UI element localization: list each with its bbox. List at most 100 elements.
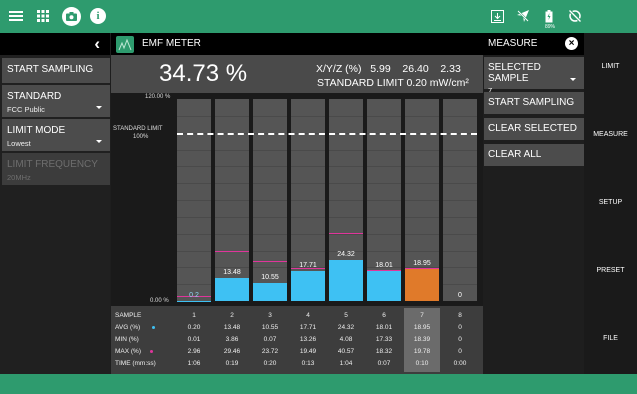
info-icon[interactable]: i [90, 8, 106, 24]
table-cell[interactable]: 2 [215, 312, 249, 319]
grid-icon[interactable] [34, 7, 52, 25]
grid-line [443, 115, 477, 117]
softkey-limit[interactable]: LIMIT [584, 63, 637, 70]
menu-icon[interactable] [7, 7, 25, 25]
grid-line [177, 115, 211, 117]
measure-start-sampling-button[interactable]: START SAMPLING [484, 92, 584, 114]
max-marker [215, 251, 249, 253]
total-percent-value: 34.73 % [159, 60, 248, 87]
table-cell: 1:04 [339, 360, 353, 367]
back-row: ‹ [0, 33, 110, 55]
x-value: 5.99 [370, 63, 391, 75]
bar-value-label: 17.71 [299, 262, 317, 270]
table-cell: 0.01 [187, 336, 201, 343]
table-cell[interactable]: 3 [253, 312, 287, 319]
bar-value-label: 24.32 [337, 251, 355, 259]
emf-meter-header: EMF METER [111, 33, 483, 55]
standard-limit-percent: 100% [133, 134, 149, 140]
grid-line [177, 149, 211, 151]
grid-line [215, 149, 249, 151]
grid-line [215, 267, 249, 269]
clear-all-button[interactable]: CLEAR ALL [484, 144, 584, 166]
max-marker [253, 261, 287, 263]
bar-column[interactable]: 13.48 [215, 99, 249, 301]
table-cell: 0 [458, 348, 462, 355]
table-cell: 10.55 [261, 324, 279, 331]
grid-line [329, 183, 363, 185]
table-cell: 19.78 [413, 348, 431, 355]
bar-column[interactable]: 17.71 [291, 99, 325, 301]
sync-off-icon[interactable] [566, 7, 584, 25]
grid-line [291, 183, 325, 185]
z-value: 2.33 [440, 63, 461, 75]
bar-value-label: 18.95 [413, 260, 431, 268]
table-cell: 18.01 [375, 324, 393, 331]
bar-column[interactable]: 0.2 [177, 99, 211, 301]
chevron-down-icon [570, 78, 576, 81]
grid-line [367, 216, 401, 218]
table-cell[interactable]: 4 [291, 312, 325, 319]
grid-line [367, 149, 401, 151]
grid-line [405, 115, 439, 117]
grid-line [215, 233, 249, 235]
table-cell: 13.48 [223, 324, 241, 331]
grid-line [215, 216, 249, 218]
table-cell[interactable]: 1 [177, 312, 211, 319]
camera-icon[interactable] [62, 7, 81, 26]
battery-percent: 89% [545, 24, 556, 30]
grid-line [253, 267, 287, 269]
softkey-measure[interactable]: MEASURE [584, 131, 637, 138]
table-cell: 0 [458, 324, 462, 331]
bar-value-label: 18.01 [375, 261, 393, 269]
grid-line [215, 115, 249, 117]
table-cell[interactable]: 7 [405, 312, 439, 319]
bar-column[interactable]: 0 [443, 99, 477, 301]
table-cell: 0:10 [415, 360, 429, 367]
table-cell: 4.08 [339, 336, 353, 343]
softkey-file[interactable]: FILE [584, 335, 637, 342]
softkey-setup[interactable]: SETUP [584, 199, 637, 206]
grid-line [177, 216, 211, 218]
sample-table: SAMPLE 1 2 3 4 5 6 7 8 AVG (%) 0.20 13.48 10.55 17.71… [111, 306, 483, 374]
y-value: 26.40 [402, 63, 429, 75]
bar-column[interactable]: 18.95 [405, 99, 439, 301]
download-icon[interactable] [488, 7, 506, 25]
bar-column[interactable]: 24.32 [329, 99, 363, 301]
standard-dropdown[interactable]: STANDARD FCC Public [2, 85, 110, 117]
selected-sample-dropdown[interactable]: SELECTED SAMPLE 7 [484, 57, 584, 95]
measure-start-sampling-label: START SAMPLING [488, 97, 575, 108]
bar-column[interactable]: 10.55 [253, 99, 287, 301]
start-sampling-button[interactable]: START SAMPLING [2, 58, 110, 83]
bar [215, 278, 249, 301]
grid-line [367, 166, 401, 168]
bar [405, 269, 439, 301]
table-cell: 19.49 [299, 348, 317, 355]
grid-line [443, 183, 477, 185]
bar-value-label: 13.48 [223, 269, 241, 277]
table-cell: 17.33 [375, 336, 393, 343]
table-cell[interactable]: 8 [443, 312, 477, 319]
softkey-menu: LIMIT MEASURE SETUP PRESET FILE [584, 33, 637, 374]
xyz-readout: X/Y/Z (%) 5.99 26.40 2.33 [316, 63, 461, 75]
softkey-preset[interactable]: PRESET [584, 267, 637, 274]
grid-line [443, 149, 477, 151]
limit-mode-dropdown[interactable]: LIMIT MODE Lowest [2, 119, 110, 151]
table-cell[interactable]: 5 [329, 312, 363, 319]
bar-column[interactable]: 18.01 [367, 99, 401, 301]
grid-line [291, 216, 325, 218]
close-icon[interactable]: × [565, 37, 578, 50]
table-row-label: MIN (%) [115, 336, 173, 343]
grid-line [177, 183, 211, 185]
y-axis-bottom-label: 0.00 % [150, 298, 169, 304]
table-cell[interactable]: 6 [367, 312, 401, 319]
grid-line [253, 115, 287, 117]
clear-all-label: CLEAR ALL [488, 149, 542, 160]
page-title: EMF METER [142, 38, 201, 49]
table-row-label: MAX (%) [115, 348, 173, 355]
gps-off-icon[interactable] [514, 7, 532, 25]
grid-line [215, 183, 249, 185]
clear-selected-button[interactable]: CLEAR SELECTED [484, 118, 584, 140]
grid-line [443, 216, 477, 218]
table-row-label: SAMPLE [115, 312, 173, 319]
back-chevron-icon[interactable]: ‹ [94, 34, 100, 54]
